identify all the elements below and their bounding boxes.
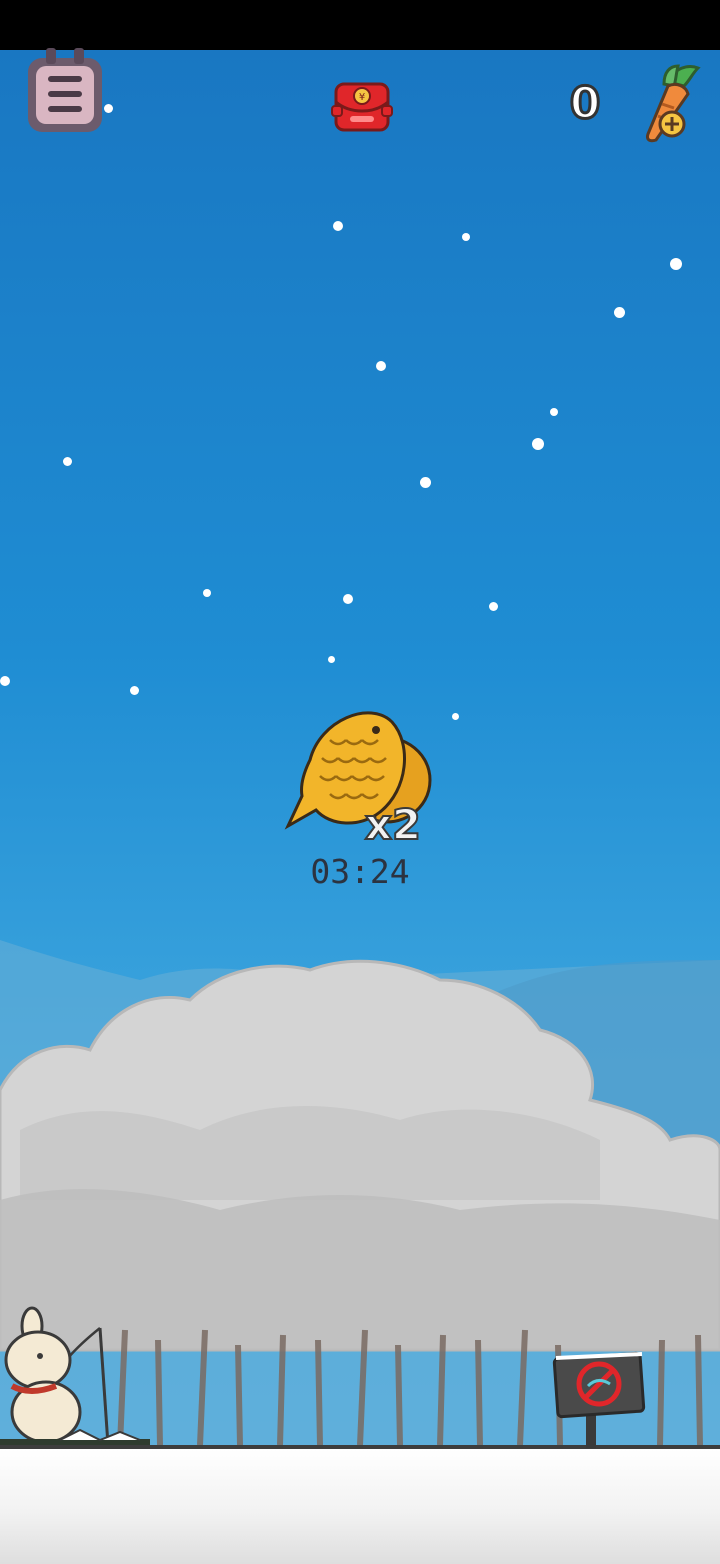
snowflake xyxy=(343,594,353,604)
menu-button-hook xyxy=(46,48,56,64)
menu-line xyxy=(48,106,82,112)
snowflake xyxy=(420,477,431,488)
snowflake xyxy=(130,686,139,695)
rabbit-fishing-character[interactable] xyxy=(0,1300,170,1450)
red-envelope-icon[interactable]: ¥ xyxy=(330,80,394,136)
menu-button[interactable] xyxy=(28,48,102,132)
snowflake xyxy=(489,602,498,611)
snowflake xyxy=(63,457,72,466)
snowflake xyxy=(670,258,682,270)
snowflake xyxy=(452,713,459,720)
snowflake xyxy=(614,307,625,318)
menu-button-hook xyxy=(74,48,84,64)
status-bar xyxy=(0,0,720,50)
snowflake xyxy=(0,676,10,686)
carrot-count: 0 xyxy=(568,77,602,131)
snowflake xyxy=(376,361,386,371)
carrot-add-icon[interactable] xyxy=(634,64,706,144)
bonus-multiplier: x2 xyxy=(364,799,422,850)
bonus-timer: 03:24 xyxy=(310,852,410,891)
snowflake xyxy=(462,233,470,241)
snowy-ground xyxy=(0,1445,720,1564)
snowflake xyxy=(333,221,343,231)
menu-line xyxy=(48,76,82,82)
snowflake xyxy=(104,104,113,113)
no-fishing-sign-icon[interactable] xyxy=(552,1350,648,1450)
snowflake xyxy=(328,656,335,663)
snowflake xyxy=(532,438,544,450)
menu-line xyxy=(48,91,82,97)
snowflake xyxy=(203,589,211,597)
svg-text:¥: ¥ xyxy=(359,92,365,103)
snowflake xyxy=(550,408,558,416)
